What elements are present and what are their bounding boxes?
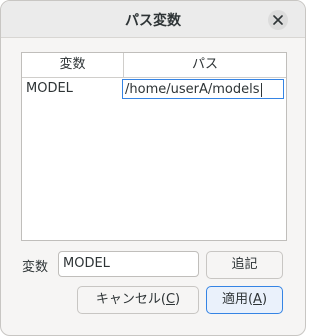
apply-label: 適用( bbox=[221, 292, 254, 307]
variable-name-field[interactable]: MODEL bbox=[58, 251, 199, 277]
title-bar: パス変数 bbox=[1, 1, 305, 38]
column-header-variable[interactable]: 変数 bbox=[22, 53, 124, 77]
table-row[interactable]: MODEL /home/userA/models bbox=[22, 78, 286, 100]
path-variables-dialog: パス変数 変数 パス MODEL /home/userA/models 変数 M… bbox=[0, 0, 306, 336]
column-header-path[interactable]: パス bbox=[124, 53, 286, 77]
table-header: 変数 パス bbox=[22, 53, 286, 78]
apply-mnemonic: A bbox=[253, 292, 262, 307]
close-icon bbox=[273, 15, 283, 25]
path-cell-editor[interactable]: /home/userA/models bbox=[122, 79, 284, 99]
close-button[interactable] bbox=[268, 10, 288, 30]
dialog-title: パス変数 bbox=[125, 13, 181, 29]
cancel-label: キャンセル( bbox=[95, 292, 166, 307]
variable-label: 変数 bbox=[22, 260, 49, 275]
text-caret bbox=[260, 82, 262, 97]
apply-button[interactable]: 適用(A) bbox=[206, 286, 283, 314]
variable-cell[interactable]: MODEL bbox=[26, 78, 122, 100]
cancel-button[interactable]: キャンセル(C) bbox=[77, 286, 199, 314]
cancel-mnemonic: C bbox=[165, 292, 176, 307]
path-cell-text: /home/userA/models bbox=[125, 82, 260, 97]
apply-label-end: ) bbox=[261, 292, 268, 307]
add-button[interactable]: 追記 bbox=[206, 251, 283, 279]
variables-table: 変数 パス MODEL /home/userA/models bbox=[21, 52, 287, 241]
cancel-label-end: ) bbox=[175, 292, 181, 307]
